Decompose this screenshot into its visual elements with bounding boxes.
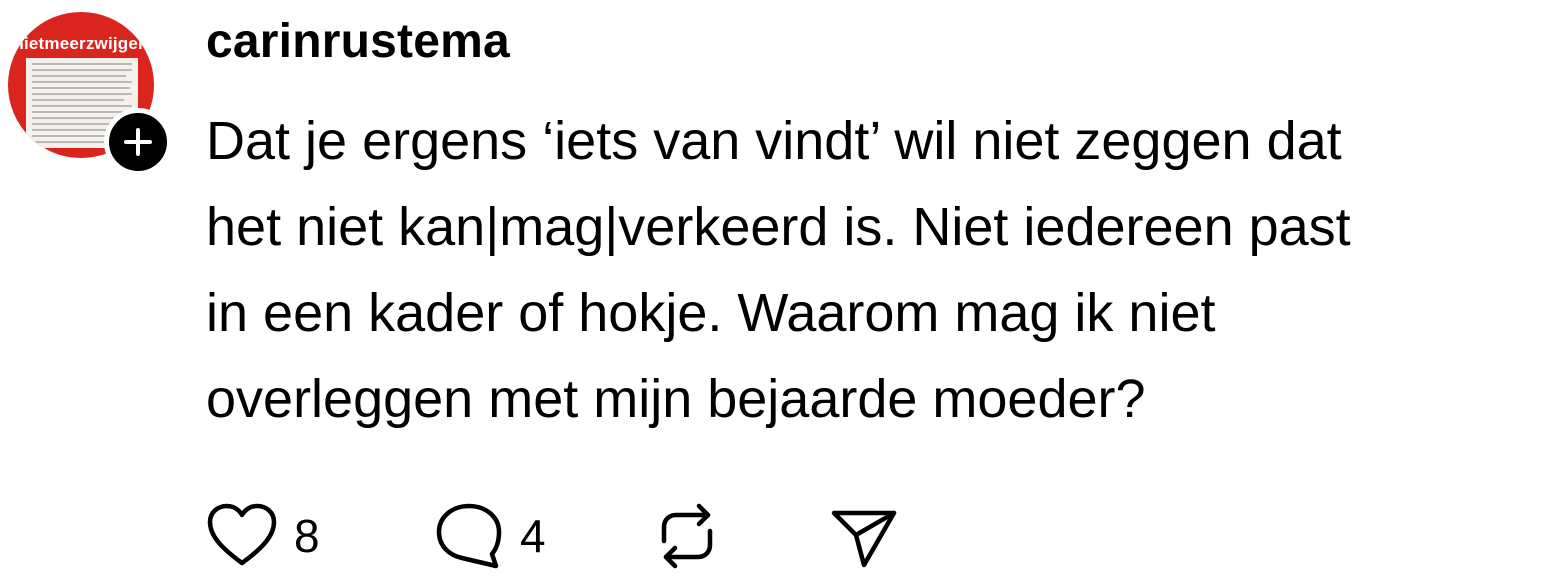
like-count: 8	[294, 510, 320, 562]
post-text-line: in een kader of hokje. Waarom mag ik nie…	[206, 283, 1216, 343]
username[interactable]: carinrustema	[206, 12, 510, 72]
post-text-line: Dat je ergens ‘iets van vindt’ wil niet …	[206, 111, 1342, 171]
post-text: Dat je ergens ‘iets van vindt’ wil niet …	[206, 98, 1540, 442]
speech-bubble-icon	[436, 503, 502, 569]
action-bar: 8 4	[206, 498, 926, 574]
reply-button[interactable]: 4	[434, 498, 546, 574]
heart-icon	[207, 503, 277, 566]
plus-icon	[124, 128, 152, 156]
avatar-container[interactable]: nietmeerzwijgen	[8, 12, 172, 176]
repost-icon	[661, 503, 713, 569]
paper-plane-icon	[831, 510, 897, 568]
share-button[interactable]	[830, 498, 900, 574]
post-text-line: het niet kan|mag|verkeerd is. Niet ieder…	[206, 197, 1351, 257]
reply-count: 4	[520, 510, 546, 562]
avatar-banner-text: nietmeerzwijgen	[13, 34, 149, 53]
like-button[interactable]: 8	[206, 498, 320, 574]
post-text-line: overleggen met mijn bejaarde moeder?	[206, 369, 1146, 429]
post: nietmeerzwijgen carinrustema Dat je erge…	[0, 0, 1546, 576]
repost-button[interactable]	[654, 498, 720, 574]
follow-button[interactable]	[104, 108, 172, 176]
